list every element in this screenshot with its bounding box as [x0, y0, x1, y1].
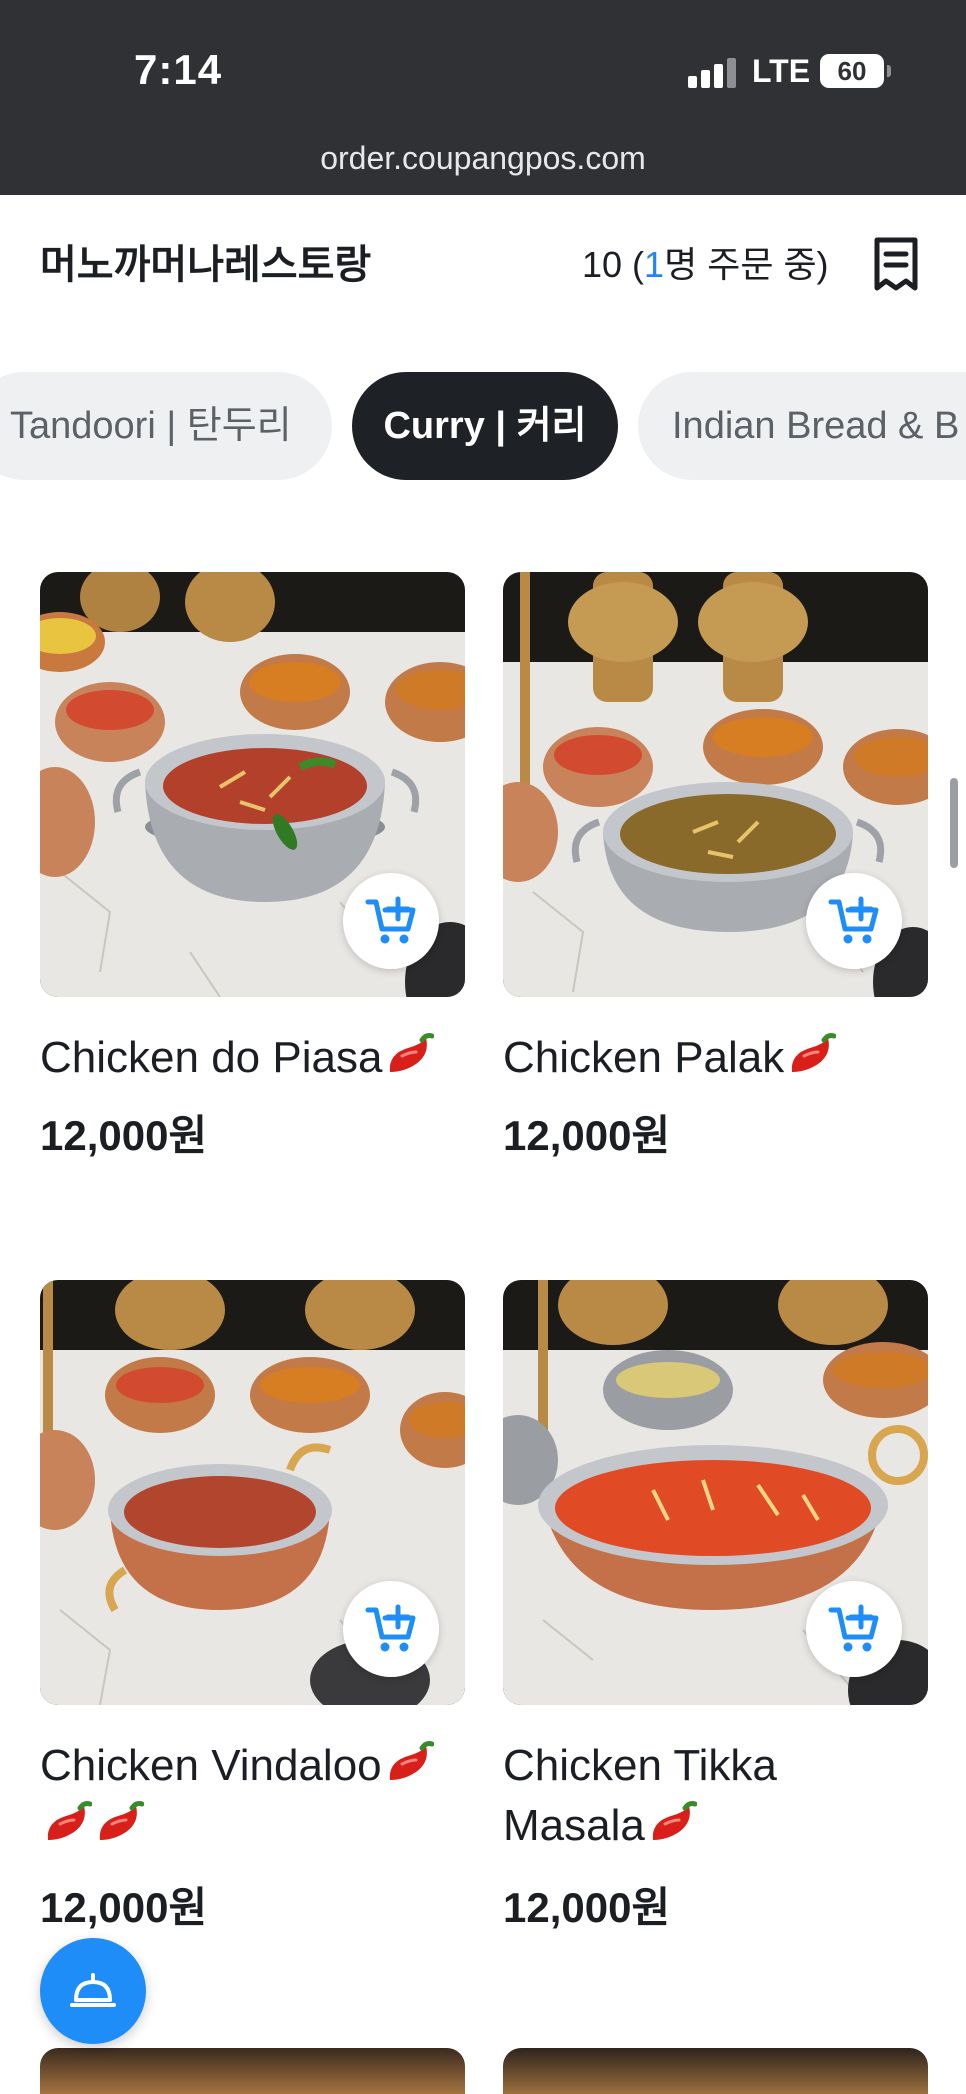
- receipt-icon: [874, 237, 918, 291]
- menu-item-photo[interactable]: [40, 1280, 465, 1705]
- call-staff-button[interactable]: [40, 1938, 146, 2044]
- chili-pepper-icon: [792, 1033, 837, 1072]
- menu-item-name: Chicken Tikka Masala: [503, 1736, 943, 1856]
- chili-pepper-icon: [47, 1801, 92, 1840]
- menu-item-name: Chicken Vindaloo: [40, 1736, 480, 1856]
- ordering-suffix: 명 주문 중): [664, 244, 829, 285]
- menu-item-photo[interactable]: [503, 1280, 928, 1705]
- receipt-button[interactable]: [872, 236, 920, 292]
- menu-item-photo[interactable]: [40, 572, 465, 997]
- status-bar: 7:14 LTE 60 order.coupangpos.com: [0, 0, 966, 195]
- menu-item-price: 12,000원: [40, 1884, 208, 1931]
- battery-icon: 60: [820, 54, 891, 88]
- menu-item-price: 12,000원: [503, 1112, 671, 1159]
- service-bell-icon: [70, 1973, 116, 2007]
- table-status: 10 (1명 주문 중): [582, 236, 829, 288]
- add-to-cart-button[interactable]: [806, 873, 902, 969]
- category-tab-tandoori[interactable]: Tandoori | 탄두리: [0, 372, 332, 480]
- signal-icon: [688, 58, 736, 88]
- network-label: LTE: [752, 53, 811, 89]
- category-tab-indian-bread[interactable]: Indian Bread & B: [638, 372, 966, 480]
- menu-item-name-text: Chicken do Piasa: [40, 1033, 383, 1082]
- chili-pepper-icon: [99, 1801, 144, 1840]
- menu-item-photo[interactable]: [503, 572, 928, 997]
- add-to-cart-button[interactable]: [343, 873, 439, 969]
- menu-item-name: Chicken Palak: [503, 1028, 943, 1088]
- menu-item-name-line1: Chicken Tikka: [503, 1741, 777, 1790]
- menu-item-name-line2: Masala: [503, 1801, 645, 1850]
- cart-plus-icon: [828, 1604, 879, 1652]
- add-to-cart-button[interactable]: [806, 1581, 902, 1677]
- cart-plus-icon: [828, 896, 879, 944]
- table-number: 10 (: [582, 244, 645, 285]
- menu-item-price: 12,000원: [503, 1884, 671, 1931]
- chili-pepper-icon: [389, 1741, 434, 1780]
- menu-item-name-text: Chicken Palak: [503, 1033, 785, 1082]
- menu-item-photo-partial[interactable]: [503, 2048, 928, 2094]
- chili-pepper-icon: [652, 1801, 697, 1840]
- menu-item-name: Chicken do Piasa: [40, 1028, 480, 1088]
- cart-plus-icon: [365, 1604, 416, 1652]
- chili-pepper-icon: [390, 1033, 435, 1072]
- menu-item-photo-partial[interactable]: [40, 2048, 465, 2094]
- clock: 7:14: [134, 46, 223, 93]
- category-tabs: Tandoori | 탄두리 Curry | 커리 Indian Bread &…: [0, 372, 966, 482]
- menu-item-name-text: Chicken Vindaloo: [40, 1741, 382, 1790]
- cart-plus-icon: [365, 896, 416, 944]
- menu-item-price: 12,000원: [40, 1112, 208, 1159]
- scrollbar-thumb[interactable]: [950, 778, 958, 868]
- store-name: 머노까머나레스토랑: [40, 243, 372, 287]
- address-bar-url[interactable]: order.coupangpos.com: [0, 140, 966, 177]
- category-tab-curry[interactable]: Curry | 커리: [352, 372, 618, 480]
- ordering-count: 1: [644, 244, 665, 285]
- add-to-cart-button[interactable]: [343, 1581, 439, 1677]
